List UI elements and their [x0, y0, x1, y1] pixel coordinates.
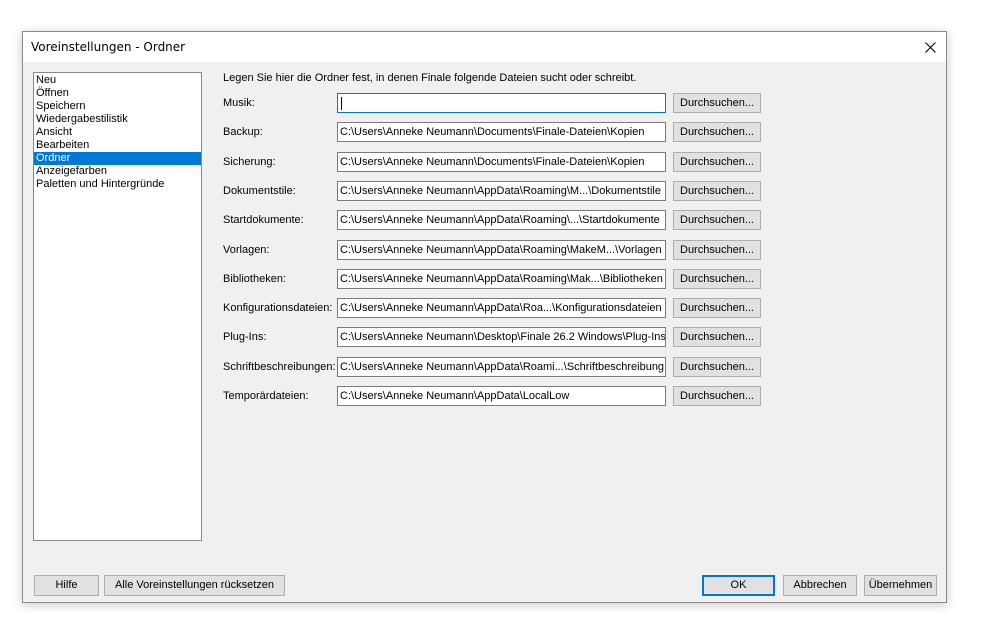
title-bar: Voreinstellungen - Ordner	[23, 32, 946, 62]
folder-path-value: C:\Users\Anneke Neumann\AppData\Roaming\…	[340, 185, 661, 197]
sidebar-item-ordner[interactable]: Ordner	[34, 152, 201, 165]
folder-path-input[interactable]: C:\Users\Anneke Neumann\AppData\Roa...\K…	[337, 298, 666, 318]
folder-path-value: C:\Users\Anneke Neumann\AppData\Roaming\…	[340, 244, 662, 256]
folder-label: Plug-Ins:	[223, 331, 267, 343]
folder-path-value: C:\Users\Anneke Neumann\AppData\Roami...…	[340, 361, 665, 373]
folder-path-input[interactable]: C:\Users\Anneke Neumann\AppData\LocalLow	[337, 386, 666, 406]
folder-path-input[interactable]: C:\Users\Anneke Neumann\AppData\Roaming\…	[337, 181, 666, 201]
folder-path-input[interactable]: C:\Users\Anneke Neumann\AppData\Roaming\…	[337, 269, 666, 289]
browse-button[interactable]: Durchsuchen...	[673, 357, 761, 377]
sidebar-item-öffnen[interactable]: Öffnen	[34, 87, 201, 100]
browse-button[interactable]: Durchsuchen...	[673, 269, 761, 289]
browse-button[interactable]: Durchsuchen...	[673, 152, 761, 172]
browse-button[interactable]: Durchsuchen...	[673, 298, 761, 318]
folder-path-value: C:\Users\Anneke Neumann\AppData\Roaming\…	[340, 273, 663, 285]
folder-path-input[interactable]: C:\Users\Anneke Neumann\Documents\Finale…	[337, 122, 666, 142]
folder-label: Bibliotheken:	[223, 273, 286, 285]
browse-button[interactable]: Durchsuchen...	[673, 181, 761, 201]
sidebar-item-bearbeiten[interactable]: Bearbeiten	[34, 139, 201, 152]
window-title: Voreinstellungen - Ordner	[31, 40, 186, 54]
folder-label: Konfigurationsdateien:	[223, 302, 333, 314]
reset-all-button[interactable]: Alle Voreinstellungen rücksetzen	[104, 575, 285, 596]
sidebar-item-wiedergabestilistik[interactable]: Wiedergabestilistik	[34, 113, 201, 126]
ok-button[interactable]: OK	[702, 575, 775, 596]
folder-label: Temporärdateien:	[223, 390, 309, 402]
folder-path-value: C:\Users\Anneke Neumann\Documents\Finale…	[340, 156, 645, 168]
text-caret	[341, 96, 342, 110]
browse-button[interactable]: Durchsuchen...	[673, 122, 761, 142]
close-button[interactable]	[914, 32, 946, 62]
folder-path-input[interactable]: C:\Users\Anneke Neumann\Documents\Finale…	[337, 152, 666, 172]
folder-label: Backup:	[223, 126, 263, 138]
folder-label: Sicherung:	[223, 156, 276, 168]
folder-path-input[interactable]	[337, 93, 666, 113]
preferences-dialog: Voreinstellungen - Ordner Neu Öffnen Speic…	[22, 31, 947, 603]
folder-path-value: C:\Users\Anneke Neumann\AppData\LocalLow	[340, 390, 570, 402]
browse-button[interactable]: Durchsuchen...	[673, 327, 761, 347]
sidebar-item-anzeigefarben[interactable]: Anzeigefarben	[34, 165, 201, 178]
help-button[interactable]: Hilfe	[34, 575, 99, 596]
intro-text: Legen Sie hier die Ordner fest, in denen…	[223, 72, 637, 84]
folder-path-value: C:\Users\Anneke Neumann\Documents\Finale…	[340, 126, 645, 138]
cancel-button[interactable]: Abbrechen	[783, 575, 857, 596]
folder-path-input[interactable]: C:\Users\Anneke Neumann\AppData\Roaming\…	[337, 210, 666, 230]
folder-label: Musik:	[223, 97, 255, 109]
apply-button[interactable]: Übernehmen	[864, 575, 937, 596]
category-list[interactable]: Neu Öffnen Speichern Wiedergabestilistik Ans…	[33, 72, 202, 541]
sidebar-item-speichern[interactable]: Speichern	[34, 100, 201, 113]
sidebar-item-neu[interactable]: Neu	[34, 74, 201, 87]
sidebar-item-ansicht[interactable]: Ansicht	[34, 126, 201, 139]
browse-button[interactable]: Durchsuchen...	[673, 93, 761, 113]
folder-label: Startdokumente:	[223, 214, 304, 226]
folder-path-value: C:\Users\Anneke Neumann\AppData\Roa...\K…	[340, 302, 662, 314]
browse-button[interactable]: Durchsuchen...	[673, 240, 761, 260]
browse-button[interactable]: Durchsuchen...	[673, 386, 761, 406]
sidebar-item-paletten-und-hintergründe[interactable]: Paletten und Hintergründe	[34, 178, 201, 191]
browse-button[interactable]: Durchsuchen...	[673, 210, 761, 230]
folder-label: Dokumentstile:	[223, 185, 296, 197]
folder-path-value: C:\Users\Anneke Neumann\AppData\Roaming\…	[340, 214, 660, 226]
folder-label: Schriftbeschreibungen:	[223, 361, 336, 373]
folder-label: Vorlagen:	[223, 244, 270, 256]
folder-path-input[interactable]: C:\Users\Anneke Neumann\AppData\Roami...…	[337, 357, 666, 377]
folder-path-value: C:\Users\Anneke Neumann\Desktop\Finale 2…	[340, 331, 666, 343]
folder-path-input[interactable]: C:\Users\Anneke Neumann\Desktop\Finale 2…	[337, 327, 666, 347]
close-icon	[924, 41, 936, 53]
folder-path-input[interactable]: C:\Users\Anneke Neumann\AppData\Roaming\…	[337, 240, 666, 260]
